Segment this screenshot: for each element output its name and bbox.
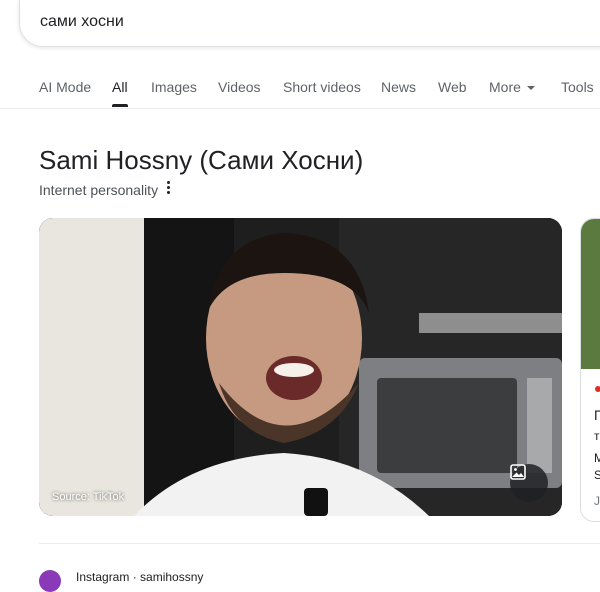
- live-dot-icon: [595, 386, 600, 392]
- more-options-icon[interactable]: [166, 181, 172, 195]
- search-tabs: AI Mode All Images Videos Short videos N…: [0, 70, 600, 109]
- next-card-meta: J: [594, 494, 600, 508]
- tab-news[interactable]: News: [381, 79, 416, 95]
- next-card-text: S: [594, 468, 600, 482]
- tab-more[interactable]: More: [489, 79, 535, 95]
- tab-tools[interactable]: Tools⌄: [561, 79, 600, 96]
- next-card[interactable]: П т М S J: [580, 218, 600, 522]
- next-card-text: т: [594, 429, 600, 443]
- tab-ai-mode[interactable]: AI Mode: [39, 79, 91, 95]
- view-images-button[interactable]: [510, 464, 548, 502]
- search-bar[interactable]: сами хосни: [19, 0, 600, 47]
- portrait-image: [39, 218, 562, 516]
- result-site[interactable]: Instagram · samihossny: [76, 570, 203, 584]
- tab-videos[interactable]: Videos: [218, 79, 261, 95]
- entity-title: Sami Hossny (Сами Хосни): [39, 145, 364, 175]
- divider: [39, 543, 600, 544]
- tab-all[interactable]: All: [112, 79, 128, 95]
- tab-short-videos[interactable]: Short videos: [283, 79, 361, 95]
- chevron-down-icon: [526, 86, 535, 91]
- search-input[interactable]: сами хосни: [40, 13, 124, 31]
- entity-subtitle: Internet personality: [39, 182, 159, 198]
- tab-web[interactable]: Web: [438, 79, 467, 95]
- entity-image-card[interactable]: Source: TikTok: [39, 218, 562, 516]
- next-card-image: [581, 219, 600, 369]
- image-icon: [510, 464, 526, 480]
- next-card-text: М: [594, 451, 600, 465]
- image-source-label: Source: TikTok: [52, 491, 125, 503]
- tab-images[interactable]: Images: [151, 79, 197, 95]
- next-card-title: П: [594, 407, 600, 423]
- instagram-icon: [39, 570, 61, 592]
- tab-tools-label: Tools: [561, 79, 594, 95]
- tab-more-label: More: [489, 79, 521, 95]
- active-tab-indicator: [112, 104, 128, 107]
